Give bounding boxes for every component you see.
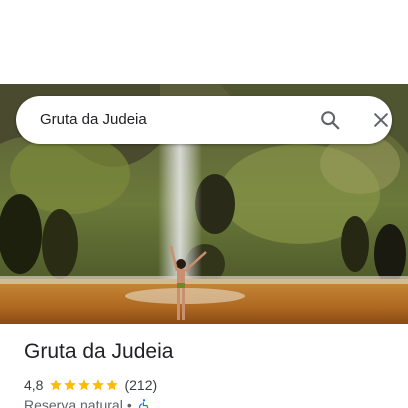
- category-row: Reserva natural •: [24, 397, 151, 408]
- review-count[interactable]: (212): [124, 377, 157, 393]
- rating-row[interactable]: 4,8 (212): [24, 376, 157, 394]
- close-icon: [374, 113, 388, 127]
- star-rating: [49, 378, 119, 392]
- place-category: Reserva natural: [24, 397, 123, 408]
- star-icon: [50, 379, 63, 391]
- star-icon: [92, 379, 105, 391]
- close-button[interactable]: [369, 108, 393, 132]
- top-blank-area: [0, 0, 408, 84]
- search-button[interactable]: [318, 108, 342, 132]
- wheelchair-icon: [138, 399, 149, 408]
- search-icon: [321, 111, 340, 130]
- rating-value: 4,8: [24, 377, 44, 393]
- place-title: Gruta da Judeia: [24, 340, 174, 363]
- search-bar[interactable]: Gruta da Judeia: [16, 96, 392, 144]
- separator-dot: •: [126, 397, 132, 408]
- search-input[interactable]: Gruta da Judeia: [40, 96, 290, 144]
- star-icon: [64, 379, 77, 391]
- star-icon: [106, 379, 119, 391]
- star-icon: [78, 379, 91, 391]
